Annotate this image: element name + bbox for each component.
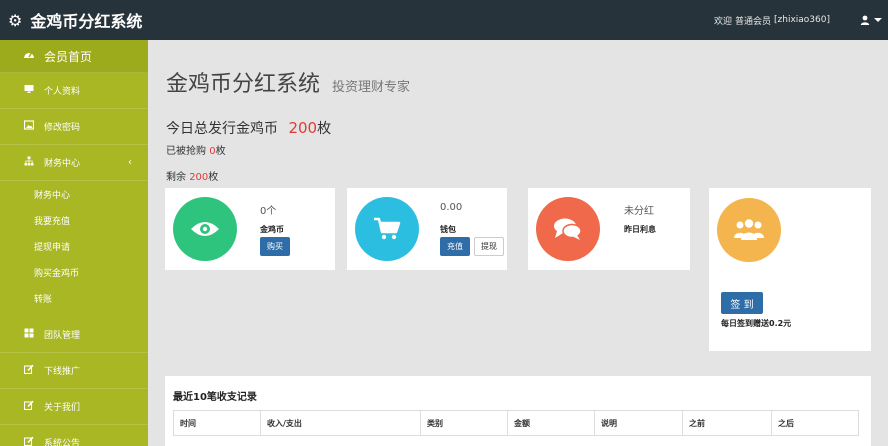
submenu-recharge[interactable]: 我要充值 [0, 207, 148, 233]
cart-icon [374, 217, 401, 240]
daily-issue: 今日总发行金鸡币 200枚 [166, 118, 331, 138]
welcome-text: 欢迎 普通会员 [zhixiao360] [714, 0, 830, 40]
sidebar-item-about[interactable]: 关于我们 [0, 389, 148, 425]
users-icon [734, 219, 764, 240]
column-header: 说明 [595, 411, 683, 435]
grid-icon [22, 328, 36, 341]
chevron-left-icon: ‹ [128, 157, 132, 168]
sidebar-item-home[interactable]: 会员首页 [0, 40, 148, 73]
submenu-finance-center[interactable]: 财务中心 [0, 181, 148, 207]
dashboard-icon [22, 49, 36, 64]
records-title: 最近10笔收支记录 [173, 392, 257, 403]
sidebar-item-label: 下线推广 [44, 367, 81, 377]
column-header: 之后 [778, 418, 794, 428]
submenu-buy-coin[interactable]: 购买金鸡币 [0, 259, 148, 285]
user-type: 普通会员 [735, 16, 772, 27]
sidebar-item-announcements[interactable]: 系统公告 [0, 425, 148, 446]
user-menu-toggle[interactable] [860, 0, 882, 40]
sidebar-item-team[interactable]: 团队管理 [0, 317, 148, 353]
sidebar-item-label: 财务中心 [44, 159, 81, 169]
comments-icon [554, 218, 582, 240]
coin-label: 金鸡币 [260, 225, 284, 234]
column-header: 类别 [421, 411, 508, 435]
user-icon [860, 15, 870, 25]
edit-icon [22, 400, 36, 413]
column-header: 之前 [683, 411, 772, 435]
issue-unit: 枚 [317, 121, 332, 137]
top-bar: ⚙ 金鸡币分红系统 欢迎 普通会员 [zhixiao360] [0, 0, 888, 40]
page-title: 金鸡币分红系统 [166, 72, 321, 97]
coin-count: 0个 [260, 206, 277, 217]
remain-unit: 枚 [208, 172, 219, 183]
remain-label: 剩余 [166, 172, 186, 183]
app-title: 金鸡币分红系统 [30, 12, 143, 31]
withdraw-button[interactable]: 提现 [474, 237, 504, 256]
comments-icon-circle [536, 197, 600, 261]
sidebar-item-promotion[interactable]: 下线推广 [0, 353, 148, 389]
checkin-button[interactable]: 签 到 [721, 292, 763, 314]
welcome-label: 欢迎 [713, 16, 732, 27]
sitemap-icon [22, 156, 36, 169]
username: [zhixiao360] [774, 15, 830, 25]
edit-icon [22, 436, 36, 446]
wallet-label: 钱包 [440, 225, 456, 234]
image-icon [22, 120, 36, 133]
coin-card: 0个 金鸡币 购买 [165, 188, 335, 270]
sidebar-item-label: 团队管理 [44, 331, 81, 341]
issue-value: 200 [288, 119, 318, 137]
bought-count: 已被抢购 0枚 [166, 142, 226, 157]
recharge-button[interactable]: 充值 [440, 237, 470, 256]
sidebar-item-change-password[interactable]: 修改密码 [0, 109, 148, 145]
checkin-card: 签 到 每日签到赠送0.2元 [709, 188, 871, 351]
bought-label: 已被抢购 [166, 146, 206, 157]
submenu-transfer[interactable]: 转账 [0, 285, 148, 311]
sidebar-item-label: 关于我们 [44, 403, 81, 413]
edit-icon [22, 364, 36, 377]
dividend-status: 未分红 [624, 206, 654, 217]
wallet-card: 0.00 钱包 充值 提现 [347, 188, 507, 270]
column-header: 时间 [174, 411, 261, 435]
sidebar-item-label: 修改密码 [44, 123, 81, 133]
cart-icon-circle [355, 197, 419, 261]
chevron-down-icon [874, 18, 882, 22]
monitor-icon [22, 84, 36, 97]
page-subtitle: 投资理财专家 [332, 80, 411, 95]
submenu-withdraw[interactable]: 提现申请 [0, 233, 148, 259]
users-icon-circle [717, 198, 781, 262]
interest-label: 昨日利息 [624, 225, 656, 234]
checkin-label: 每日签到赠送0.2元 [721, 319, 792, 328]
remaining-count: 剩余 200枚 [166, 168, 218, 183]
issue-label: 今日总发行金鸡币 [166, 121, 278, 137]
wallet-balance: 0.00 [440, 202, 463, 213]
sidebar-item-label: 会员首页 [44, 49, 93, 64]
brand[interactable]: ⚙ 金鸡币分红系统 [8, 0, 142, 40]
sidebar-item-label: 系统公告 [44, 439, 81, 446]
interest-card: 未分红 昨日利息 [528, 188, 690, 270]
remain-value: 200 [189, 172, 209, 183]
records-table-header: 时间 收入/支出 类别 金额 说明 之前 之后 [173, 410, 859, 436]
recent-records-panel: 最近10笔收支记录 时间 收入/支出 类别 金额 说明 之前 之后 [165, 376, 871, 446]
sidebar: 会员首页 个人资料 修改密码 财务中心 ‹ 财务中心 我要充值 提现申请 购买金… [0, 40, 148, 446]
gear-icon: ⚙ [8, 10, 23, 30]
buy-button[interactable]: 购买 [260, 237, 290, 256]
sidebar-item-finance[interactable]: 财务中心 ‹ [0, 145, 148, 181]
sidebar-item-profile[interactable]: 个人资料 [0, 73, 148, 109]
eye-icon-circle [173, 197, 237, 261]
column-header: 收入/支出 [261, 411, 421, 435]
column-header: 金额 [508, 411, 595, 435]
sidebar-item-label: 个人资料 [44, 87, 81, 97]
bought-unit: 枚 [215, 146, 226, 157]
page-header: 金鸡币分红系统 投资理财专家 [166, 66, 410, 98]
eye-icon [191, 222, 219, 236]
main-content: 金鸡币分红系统 投资理财专家 今日总发行金鸡币 200枚 已被抢购 0枚 剩余 … [148, 40, 888, 446]
